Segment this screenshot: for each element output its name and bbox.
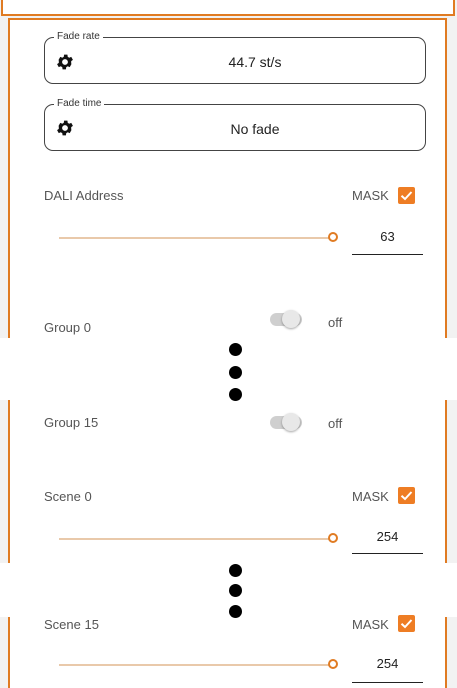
fade-rate-legend: Fade rate: [54, 31, 103, 42]
group-first-label: Group 0: [44, 320, 91, 335]
ellipsis-dot: [229, 605, 242, 618]
dali-address-label: DALI Address: [44, 188, 124, 203]
gear-icon[interactable]: [55, 118, 75, 143]
ellipsis-dot: [229, 343, 242, 356]
check-icon: [400, 191, 413, 201]
ellipsis-dot: [229, 584, 242, 597]
scene-first-mask-checkbox[interactable]: [398, 487, 415, 504]
ellipsis-dot: [229, 388, 242, 401]
scene-last-input[interactable]: 254: [352, 653, 423, 683]
scene-last-label: Scene 15: [44, 617, 99, 632]
dali-address-slider-track[interactable]: [59, 237, 330, 239]
ellipsis-dot: [229, 564, 242, 577]
dali-mask-checkbox[interactable]: [398, 187, 415, 204]
previous-panel-edge: [1, 0, 455, 16]
group-first-state: off: [328, 315, 343, 330]
fade-rate-value: 44.7 st/s: [228, 54, 282, 70]
scene-first-mask-label: MASK: [352, 489, 389, 504]
group-first-toggle-knob[interactable]: [282, 310, 300, 328]
group-last-state: off: [328, 416, 343, 431]
dali-address-slider-thumb[interactable]: [328, 232, 338, 242]
scene-first-slider-thumb[interactable]: [328, 533, 338, 543]
scene-last-slider-thumb[interactable]: [328, 659, 338, 669]
fade-time-value: No fade: [230, 121, 280, 137]
ellipsis-dot: [229, 366, 242, 379]
dali-address-input[interactable]: 63: [352, 226, 423, 255]
group-last-toggle-knob[interactable]: [282, 413, 300, 431]
group-last-label: Group 15: [44, 415, 99, 430]
fade-time-legend: Fade time: [54, 98, 105, 109]
check-icon: [400, 491, 413, 501]
dali-mask-label: MASK: [352, 188, 389, 203]
scene-first-slider-track[interactable]: [59, 538, 330, 540]
scene-first-label: Scene 0: [44, 489, 92, 504]
scene-last-slider-track[interactable]: [59, 664, 330, 666]
scene-last-mask-label: MASK: [352, 617, 389, 632]
scene-first-input[interactable]: 254: [352, 526, 423, 554]
check-icon: [400, 619, 413, 629]
gear-icon[interactable]: [55, 52, 75, 77]
scene-last-mask-checkbox[interactable]: [398, 615, 415, 632]
